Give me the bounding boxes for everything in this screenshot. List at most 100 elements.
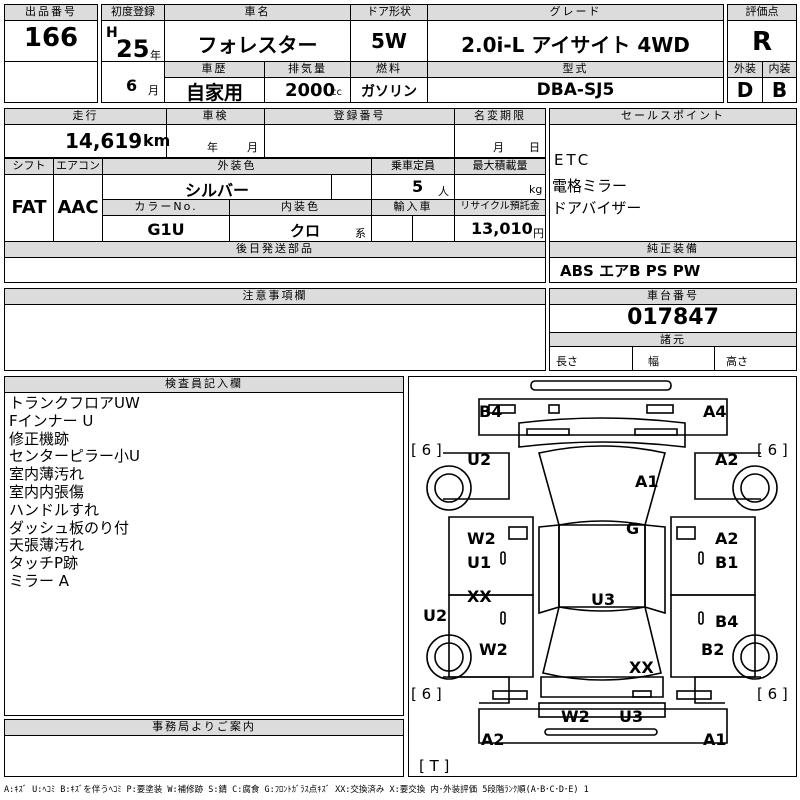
exterior-grade: D bbox=[736, 78, 754, 102]
displacement-box: 排気量 2000 cc bbox=[264, 61, 351, 103]
inspection-month-unit: 月 bbox=[247, 141, 258, 154]
first-reg-month: 6 bbox=[126, 76, 138, 95]
mark-u2-top: U2 bbox=[467, 450, 491, 469]
import-box: 輸入車 bbox=[371, 199, 455, 243]
ext-color: シルバー bbox=[184, 181, 249, 200]
car-name-box: 車名 フォレスター bbox=[164, 4, 351, 62]
name-change-month-unit: 月 bbox=[493, 141, 504, 154]
inspection-label: 車検 bbox=[167, 109, 264, 125]
int-color: クロ bbox=[290, 222, 321, 240]
notes-label: 注意事項欄 bbox=[5, 289, 545, 305]
lot-number: 166 bbox=[23, 23, 79, 53]
mark-a1-top: A1 bbox=[635, 472, 659, 491]
mark-g: G bbox=[626, 519, 639, 538]
capacity: 5 bbox=[412, 177, 424, 196]
fuel: ガソリン bbox=[361, 84, 417, 100]
genuine-equip: ABS エアB PS PW bbox=[560, 262, 701, 280]
genuine-equip-label: 純正装備 bbox=[550, 242, 796, 258]
ext-color-label: 外装色 bbox=[103, 159, 371, 175]
import-label: 輸入車 bbox=[372, 200, 454, 216]
history-box: 車歴 自家用 bbox=[164, 61, 265, 104]
mark-b1: B1 bbox=[715, 553, 738, 572]
history: 自家用 bbox=[185, 82, 243, 104]
mileage-box: 走行 14,619 km bbox=[4, 108, 170, 158]
mileage: 14,619 bbox=[65, 129, 143, 153]
width-label: 幅 bbox=[648, 355, 659, 368]
cc-unit: cc bbox=[331, 87, 342, 98]
first-reg-label: 初度登録 bbox=[102, 5, 164, 21]
first-reg-year: 25 bbox=[116, 35, 150, 63]
color-no-box: カラーNo. G1U bbox=[102, 199, 230, 242]
name-change-day-unit: 日 bbox=[529, 141, 540, 154]
specs-label: 諸元 bbox=[550, 332, 796, 347]
lot-blank-box bbox=[4, 61, 98, 103]
inspector-note: 室内内張傷 bbox=[9, 482, 85, 501]
grade-label: グレード bbox=[428, 5, 723, 21]
mark-a4: A4 bbox=[703, 402, 727, 421]
shift: FAT bbox=[11, 197, 47, 218]
mark-a1-bottom: A1 bbox=[703, 730, 727, 749]
mileage-label: 走行 bbox=[5, 109, 166, 125]
inspector-note: ダッシュ板のり付 bbox=[9, 518, 130, 537]
inspector-label: 検査員記入欄 bbox=[5, 377, 403, 393]
displacement-label: 排気量 bbox=[265, 62, 350, 78]
door-type: 5W bbox=[371, 29, 407, 53]
car-name: フォレスター bbox=[197, 33, 318, 57]
max-load-box: 最大積載量 kg bbox=[454, 158, 546, 200]
month-unit: 月 bbox=[148, 84, 159, 97]
mark-u1: U1 bbox=[467, 553, 491, 572]
name-change-box: 名変期限 月 日 bbox=[454, 108, 546, 158]
sales-point-box: セールスポイント ETC 電格ミラー ドアバイザー bbox=[549, 108, 797, 242]
mark-u2-left: U2 bbox=[423, 606, 447, 625]
tire-tread-tr: [ 6 ] bbox=[757, 441, 788, 459]
fuel-box: 燃料 ガソリン bbox=[350, 61, 428, 103]
reg-no-label: 登録番号 bbox=[265, 109, 454, 125]
sales-point-label: セールスポイント bbox=[550, 109, 796, 125]
mark-b2: B2 bbox=[701, 640, 724, 659]
recycle-box: リサイクル預託金 13,010 円 bbox=[454, 199, 546, 242]
grade-box: グレード 2.0i-L アイサイト 4WD bbox=[427, 4, 724, 62]
mark-a2-top: A2 bbox=[715, 450, 739, 469]
inspector-note: ハンドルすれ bbox=[9, 500, 100, 519]
inspection-year-unit: 年 bbox=[207, 141, 218, 154]
genuine-equip-box: 純正装備 ABS エアB PS PW bbox=[549, 241, 797, 283]
first-reg-box: 初度登録 H 25 年 bbox=[101, 4, 165, 63]
tire-tread-br: [ 6 ] bbox=[757, 685, 788, 703]
model-code-box: 型式 DBA-SJ5 bbox=[427, 61, 724, 103]
chassis-label: 車台番号 bbox=[550, 289, 796, 305]
later-parts-label: 後日発送部品 bbox=[5, 242, 545, 258]
later-parts-box: 後日発送部品 bbox=[4, 241, 546, 283]
score-box: 評価点 R bbox=[727, 4, 797, 62]
exterior-label: 外装 bbox=[728, 62, 762, 78]
mark-a2-bottom: A2 bbox=[481, 730, 505, 749]
lot-number-box: 出品番号 166 bbox=[4, 4, 98, 62]
score-label: 評価点 bbox=[728, 5, 796, 21]
car-diagram: B4 A4 U2 A2 A1 G W2 U1 A2 B1 XX U3 B4 U2… bbox=[411, 380, 788, 775]
office-box: 事務局よりご案内 bbox=[4, 719, 404, 777]
mark-b4-right: B4 bbox=[715, 612, 738, 631]
mark-xx-left: XX bbox=[467, 587, 492, 606]
inspection-box: 車検 年 月 bbox=[166, 108, 265, 158]
door-box: ドア形状 5W bbox=[350, 4, 428, 62]
first-reg-month-box: 6 月 bbox=[101, 61, 165, 103]
yen-unit: 円 bbox=[533, 227, 544, 240]
mark-w2-rear: W2 bbox=[561, 707, 590, 726]
sales-point-1: ETC bbox=[554, 151, 592, 169]
aircon-box: エアコン AAC bbox=[53, 158, 103, 242]
car-name-label: 車名 bbox=[165, 5, 350, 21]
model-code: DBA-SJ5 bbox=[536, 80, 615, 100]
notes-box: 注意事項欄 bbox=[4, 288, 546, 371]
displacement: 2000 bbox=[285, 80, 336, 101]
grade: 2.0i-L アイサイト 4WD bbox=[461, 33, 690, 57]
legend: A:ｷｽﾞ U:ﾍｺﾐ B:ｷｽﾞを伴うﾍｺﾐ P:要塗装 W:補修跡 S:錆 … bbox=[4, 785, 589, 795]
inspector-note: 修正機跡 bbox=[9, 429, 70, 448]
mark-a2-right: A2 bbox=[715, 529, 739, 548]
shift-box: シフト FAT bbox=[4, 158, 54, 242]
kei-unit: 系 bbox=[355, 227, 366, 240]
length-label: 長さ bbox=[556, 355, 578, 368]
color-no: G1U bbox=[147, 220, 185, 239]
model-code-label: 型式 bbox=[428, 62, 723, 78]
capacity-box: 乗車定員 5 人 bbox=[371, 158, 455, 200]
mark-xx-center: XX bbox=[629, 658, 654, 677]
person-unit: 人 bbox=[438, 185, 449, 198]
